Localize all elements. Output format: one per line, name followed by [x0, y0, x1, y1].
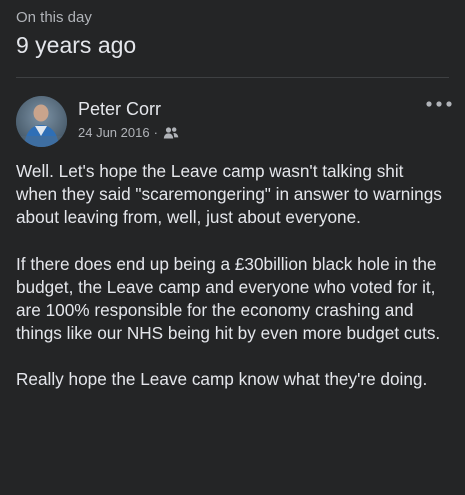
memory-title: 9 years ago	[16, 32, 137, 58]
post-paragraph: Really hope the Leave camp know what the…	[16, 369, 428, 390]
post-date[interactable]: 24 Jun 2016	[78, 124, 150, 142]
post-meta: 24 Jun 2016 ·	[78, 124, 179, 142]
meta-separator: ·	[153, 125, 158, 140]
more-options-icon[interactable]	[425, 96, 453, 112]
avatar[interactable]	[16, 96, 67, 147]
memory-header: On this day 9 years ago	[16, 8, 136, 60]
author-name[interactable]: Peter Corr	[78, 98, 161, 120]
post-text: Well. Let's hope the Leave camp wasn't t…	[16, 160, 449, 415]
divider	[16, 77, 449, 78]
post-paragraph: Well. Let's hope the Leave camp wasn't t…	[16, 161, 442, 228]
friends-icon[interactable]	[163, 126, 179, 140]
avatar-image	[16, 96, 67, 147]
memory-post-card: On this day 9 years ago Peter Corr 24 Ju…	[0, 0, 465, 495]
post-header: Peter Corr 24 Jun 2016 ·	[16, 96, 453, 150]
post-paragraph: If there does end up being a £30billion …	[16, 253, 441, 344]
memory-label: On this day	[16, 9, 92, 26]
